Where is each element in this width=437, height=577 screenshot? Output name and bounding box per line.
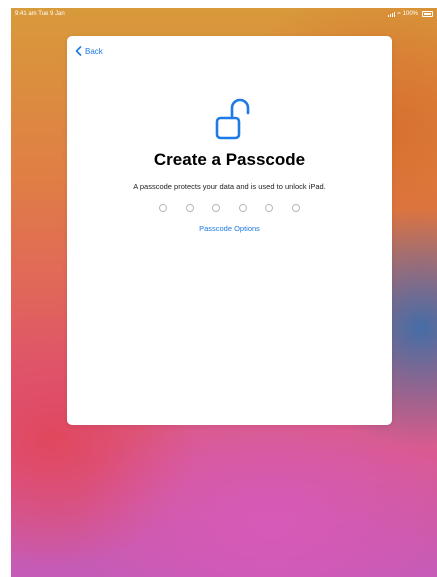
passcode-dot bbox=[185, 204, 194, 212]
chevron-left-icon bbox=[75, 46, 82, 56]
passcode-dot bbox=[238, 204, 247, 212]
page-subtitle: A passcode protects your data and is use… bbox=[133, 182, 326, 191]
status-bar: 9:41 am Tue 9 Jan ≈ 100% bbox=[11, 8, 437, 20]
battery-icon bbox=[422, 11, 433, 17]
passcode-entry[interactable] bbox=[159, 203, 300, 213]
status-indicators: ≈ 100% bbox=[388, 8, 433, 20]
passcode-dot bbox=[291, 204, 300, 212]
passcode-options-link[interactable]: Passcode Options bbox=[67, 224, 392, 233]
home-wallpaper: 9:41 am Tue 9 Jan ≈ 100% Back Create a P… bbox=[11, 8, 437, 577]
passcode-dot bbox=[265, 204, 274, 212]
signal-icon bbox=[388, 11, 396, 17]
wifi-icon: ≈ bbox=[397, 11, 401, 17]
lock-open-icon bbox=[215, 98, 250, 140]
passcode-dot bbox=[159, 204, 167, 212]
status-time: 9:41 am Tue 9 Jan bbox=[15, 11, 65, 17]
battery-percent: 100% bbox=[402, 11, 418, 17]
back-label: Back bbox=[85, 46, 103, 56]
passcode-dot bbox=[212, 204, 221, 212]
back-button[interactable]: Back bbox=[75, 45, 103, 57]
page-title: Create a Passcode bbox=[153, 150, 306, 169]
passcode-setup-sheet: Back Create a Passcode A passcode protec… bbox=[67, 36, 392, 425]
